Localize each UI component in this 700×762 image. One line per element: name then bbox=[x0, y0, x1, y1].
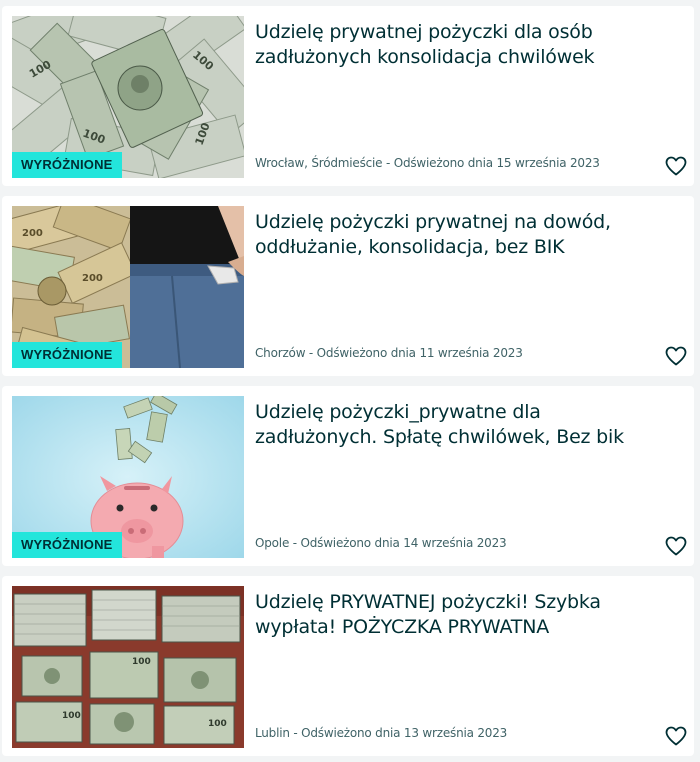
featured-badge: WYRÓŻNIONE bbox=[12, 342, 122, 368]
listing-card[interactable]: WYRÓŻNIONE Udzielę pożyczki_prywatne dla… bbox=[2, 386, 694, 566]
svg-text:100: 100 bbox=[208, 719, 227, 729]
listing-list: 100 100 100 100 WYRÓŻNIONE Udzielę prywa… bbox=[0, 0, 700, 762]
svg-text:200: 200 bbox=[22, 228, 43, 239]
listing-thumbnail[interactable]: 100 100 100 bbox=[12, 586, 244, 748]
heart-outline-icon[interactable] bbox=[664, 534, 688, 558]
heart-outline-icon[interactable] bbox=[664, 154, 688, 178]
listing-card[interactable]: 100 100 100 Udzielę PRYWATNEJ pożyczki! … bbox=[2, 576, 694, 756]
listing-card[interactable]: 100 100 100 100 WYRÓŻNIONE Udzielę prywa… bbox=[2, 6, 694, 186]
listing-title[interactable]: Udzielę prywatnej pożyczki dla osób zadł… bbox=[255, 20, 635, 69]
svg-text:200: 200 bbox=[82, 273, 103, 284]
listing-card[interactable]: 200 200 200 WYRÓŻNIONE Udzielę pożyczki … bbox=[2, 196, 694, 376]
listing-location-date: Lublin - Odświeżono dnia 13 września 202… bbox=[255, 726, 508, 740]
heart-outline-icon[interactable] bbox=[664, 724, 688, 748]
listing-title[interactable]: Udzielę pożyczki prywatnej na dowód, odd… bbox=[255, 210, 635, 259]
featured-badge: WYRÓŻNIONE bbox=[12, 532, 122, 558]
heart-outline-icon[interactable] bbox=[664, 344, 688, 368]
cash-stacks-photo: 100 100 100 bbox=[12, 586, 244, 748]
listing-title[interactable]: Udzielę PRYWATNEJ pożyczki! Szybka wypła… bbox=[255, 590, 635, 639]
listing-location-date: Chorzów - Odświeżono dnia 11 września 20… bbox=[255, 346, 523, 360]
listing-title[interactable]: Udzielę pożyczki_prywatne dla zadłużonyc… bbox=[255, 400, 635, 449]
svg-text:100: 100 bbox=[132, 657, 151, 667]
featured-badge: WYRÓŻNIONE bbox=[12, 152, 122, 178]
listing-location-date: Wrocław, Śródmieście - Odświeżono dnia 1… bbox=[255, 156, 600, 170]
svg-text:100: 100 bbox=[62, 711, 81, 721]
listing-location-date: Opole - Odświeżono dnia 14 września 2023 bbox=[255, 536, 507, 550]
